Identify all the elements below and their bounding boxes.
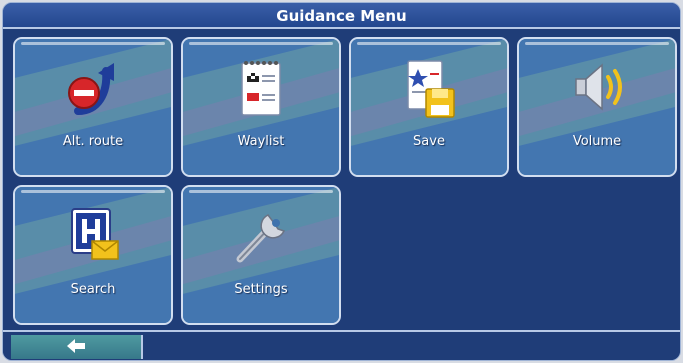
save-icon [407, 60, 455, 118]
tile-label: Search [70, 282, 116, 297]
tile-shine [21, 190, 165, 193]
guidance-screen: Guidance Menu Alt. route Waylist Save Vo… [2, 2, 681, 361]
back-arrow-icon [67, 339, 85, 353]
tile-label: Settings [234, 282, 288, 297]
search-button[interactable]: Search [13, 185, 173, 325]
tile-label: Waylist [237, 134, 285, 149]
page-title: Guidance Menu [3, 3, 680, 29]
settings-button[interactable]: Settings [181, 185, 341, 325]
tile-shine [357, 42, 501, 45]
tile-label: Save [413, 134, 445, 149]
bottom-bar [3, 330, 680, 360]
tile-label: Volume [572, 134, 622, 149]
tile-shine [525, 42, 669, 45]
waylist-button[interactable]: Waylist [181, 37, 341, 177]
alt-route-icon [68, 63, 114, 115]
volume-icon [575, 63, 622, 111]
tile-shine [189, 42, 333, 45]
alt-route-button[interactable]: Alt. route [13, 37, 173, 177]
volume-button[interactable]: Volume [517, 37, 677, 177]
search-hospital-icon [71, 208, 119, 260]
back-button[interactable] [11, 335, 143, 359]
tile-shine [21, 42, 165, 45]
save-button[interactable]: Save [349, 37, 509, 177]
wrench-icon [236, 214, 286, 263]
tile-shine [189, 190, 333, 193]
tile-label: Alt. route [62, 134, 124, 149]
waylist-icon [241, 61, 281, 116]
